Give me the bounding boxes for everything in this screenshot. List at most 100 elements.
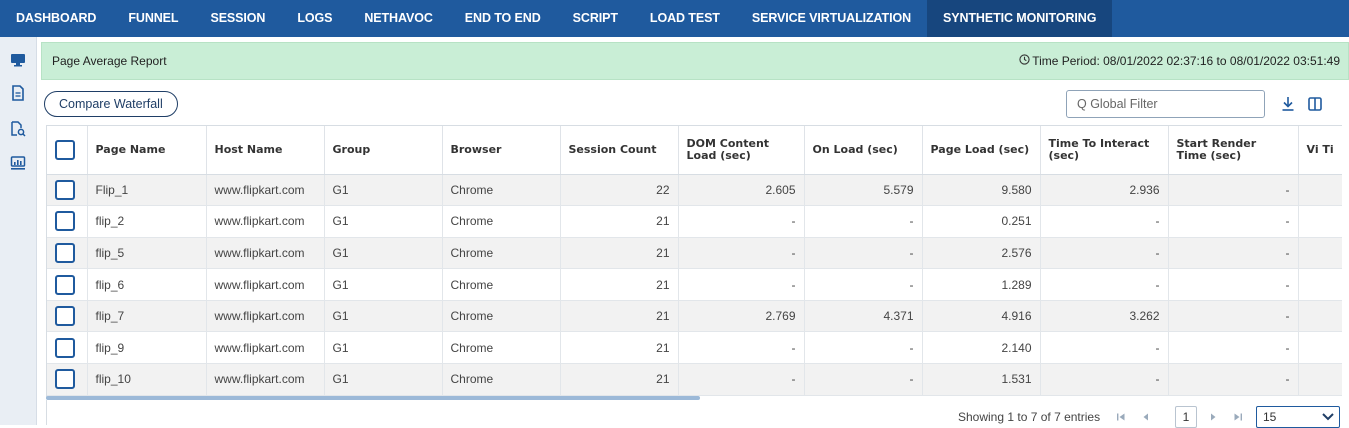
row-checkbox[interactable] xyxy=(55,242,75,263)
cell-on-load: - xyxy=(804,237,923,270)
cell-browser: Chrome xyxy=(442,205,561,238)
column-header[interactable]: DOM Content Load (sec) xyxy=(678,126,805,175)
cell-page-name: flip_7 xyxy=(87,300,207,333)
time-period: Time Period: 08/01/2022 02:37:16 to 08/0… xyxy=(1019,54,1340,68)
dashboard-screen-icon[interactable] xyxy=(9,154,27,172)
cell-host-name: www.flipkart.com xyxy=(206,174,325,207)
nav-funnel[interactable]: FUNNEL xyxy=(112,0,194,37)
cell-group: G1 xyxy=(324,268,443,301)
report-header: Page Average Report Time Period: 08/01/2… xyxy=(41,42,1349,80)
last-page-icon[interactable] xyxy=(1232,411,1244,423)
cell-group: G1 xyxy=(324,363,443,396)
cell-time-to-interact: - xyxy=(1040,205,1169,238)
cell-on-load: - xyxy=(804,331,923,365)
row-checkbox[interactable] xyxy=(55,179,75,200)
next-page-icon[interactable] xyxy=(1207,411,1219,423)
row-checkbox[interactable] xyxy=(55,306,75,327)
cell-session-count: 21 xyxy=(560,300,679,333)
row-checkbox[interactable] xyxy=(55,337,75,358)
column-header[interactable]: Group xyxy=(324,126,443,175)
nav-dashboard[interactable]: DASHBOARD xyxy=(0,0,112,37)
column-header[interactable]: Page Name xyxy=(87,126,207,175)
cell-page-load: 2.576 xyxy=(922,237,1041,270)
cell-start-render-time: - xyxy=(1168,237,1299,270)
cell-session-count: 21 xyxy=(560,363,679,396)
cell-dom-content-load: 2.605 xyxy=(678,174,805,207)
table-row[interactable]: flip_2 www.flipkart.com G1 Chrome 21 - -… xyxy=(47,205,1342,238)
cell-dom-content-load: 2.769 xyxy=(678,300,805,333)
cell-group: G1 xyxy=(324,205,443,238)
cell-group: G1 xyxy=(324,174,443,207)
cell-start-render-time: - xyxy=(1168,300,1299,333)
cell-on-load: 4.371 xyxy=(804,300,923,333)
compare-waterfall-button[interactable]: Compare Waterfall xyxy=(44,91,178,117)
main-content: Page Average Report Time Period: 08/01/2… xyxy=(41,42,1349,428)
nav-nethavoc[interactable]: NETHAVOC xyxy=(348,0,448,37)
nav-session[interactable]: SESSION xyxy=(194,0,281,37)
table-row[interactable]: flip_7 www.flipkart.com G1 Chrome 21 2.7… xyxy=(47,300,1342,333)
nav-logs[interactable]: LOGS xyxy=(281,0,348,37)
nav-script[interactable]: SCRIPT xyxy=(557,0,634,37)
global-filter-input[interactable] xyxy=(1077,97,1247,111)
nav-service-virtualization[interactable]: SERVICE VIRTUALIZATION xyxy=(736,0,927,37)
table-row[interactable]: Flip_1 www.flipkart.com G1 Chrome 22 2.6… xyxy=(47,174,1342,207)
nav-load-test[interactable]: LOAD TEST xyxy=(634,0,736,37)
cell-browser: Chrome xyxy=(442,268,561,301)
column-header[interactable]: Start Render Time (sec) xyxy=(1168,126,1299,175)
left-sidebar xyxy=(0,37,37,425)
cell-browser: Chrome xyxy=(442,331,561,365)
row-checkbox[interactable] xyxy=(55,211,75,232)
cell-session-count: 21 xyxy=(560,331,679,365)
cell-time-to-interact: - xyxy=(1040,268,1169,301)
column-header[interactable]: Session Count xyxy=(560,126,679,175)
column-header[interactable]: Browser xyxy=(442,126,561,175)
file-search-icon[interactable] xyxy=(9,120,27,138)
time-period-text: Time Period: 08/01/2022 02:37:16 to 08/0… xyxy=(1032,54,1340,68)
table-row[interactable]: flip_10 www.flipkart.com G1 Chrome 21 - … xyxy=(47,363,1342,396)
cell-dom-content-load: - xyxy=(678,363,805,396)
columns-icon[interactable] xyxy=(1306,95,1324,113)
cell-page-load: 0.251 xyxy=(922,205,1041,238)
cell-start-render-time: - xyxy=(1168,174,1299,207)
column-header[interactable]: Host Name xyxy=(206,126,325,175)
cell-browser: Chrome xyxy=(442,300,561,333)
global-filter[interactable] xyxy=(1066,90,1265,118)
cell-group: G1 xyxy=(324,237,443,270)
cell-host-name: www.flipkart.com xyxy=(206,268,325,301)
row-checkbox[interactable] xyxy=(55,274,75,295)
cell-page-load: 2.140 xyxy=(922,331,1041,365)
cell-page-load: 4.916 xyxy=(922,300,1041,333)
download-icon[interactable] xyxy=(1279,95,1297,113)
cell-browser: Chrome xyxy=(442,174,561,207)
report-table: Page Name Host Name Group Browser Sessio… xyxy=(46,125,1342,397)
column-header[interactable]: On Load (sec) xyxy=(804,126,923,175)
monitor-icon[interactable] xyxy=(9,51,27,69)
page-size-value: 15 xyxy=(1263,410,1277,424)
cell-browser: Chrome xyxy=(442,363,561,396)
cell-time-to-interact: - xyxy=(1040,331,1169,365)
table-row[interactable]: flip_6 www.flipkart.com G1 Chrome 21 - -… xyxy=(47,268,1342,301)
cell-page-name: Flip_1 xyxy=(87,174,207,207)
cell-group: G1 xyxy=(324,300,443,333)
cell-time-to-interact: 3.262 xyxy=(1040,300,1169,333)
column-header[interactable]: Page Load (sec) xyxy=(922,126,1041,175)
previous-page-icon[interactable] xyxy=(1140,411,1152,423)
first-page-icon[interactable] xyxy=(1115,411,1127,423)
document-icon[interactable] xyxy=(9,84,27,102)
cell-session-count: 21 xyxy=(560,237,679,270)
cell-session-count: 21 xyxy=(560,205,679,238)
table-row[interactable]: flip_9 www.flipkart.com G1 Chrome 21 - -… xyxy=(47,331,1342,365)
table-row[interactable]: flip_5 www.flipkart.com G1 Chrome 21 - -… xyxy=(47,237,1342,270)
cell-dom-content-load: - xyxy=(678,237,805,270)
nav-synthetic-monitoring[interactable]: SYNTHETIC MONITORING xyxy=(927,0,1113,37)
select-all-checkbox[interactable] xyxy=(55,139,75,160)
cell-on-load: - xyxy=(804,363,923,396)
cell-browser: Chrome xyxy=(442,237,561,270)
nav-end-to-end[interactable]: END TO END xyxy=(449,0,557,37)
column-header[interactable]: Vi Ti xyxy=(1298,126,1342,175)
page-title: Page Average Report xyxy=(52,54,167,68)
row-checkbox[interactable] xyxy=(55,369,75,390)
cell-time-to-interact: 2.936 xyxy=(1040,174,1169,207)
cell-truncated xyxy=(1298,268,1342,301)
column-header[interactable]: Time To Interact (sec) xyxy=(1040,126,1169,175)
